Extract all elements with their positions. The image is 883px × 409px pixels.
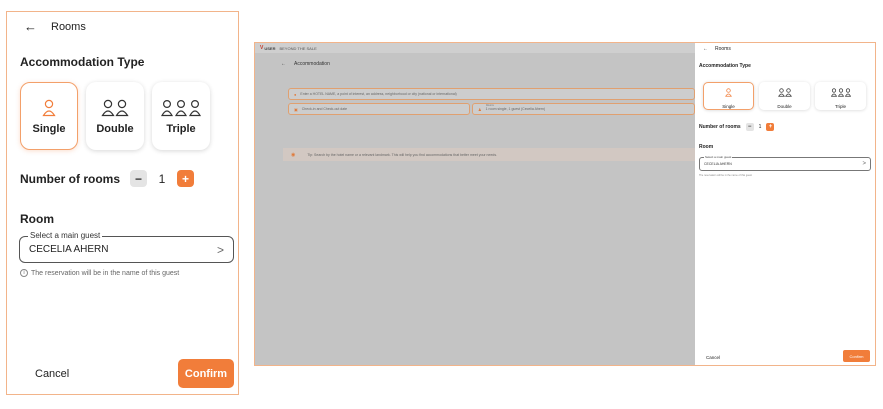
destination-search-input[interactable]: ● Enter a HOTEL NAME, a point of interes…	[288, 88, 695, 100]
type-label-triple: Triple	[834, 103, 847, 109]
two-persons-icon	[101, 97, 129, 117]
accommodation-type-title: Accommodation Type	[20, 55, 145, 69]
room-section-title: Room	[20, 212, 54, 226]
type-option-triple[interactable]: Triple	[815, 82, 866, 110]
confirm-button[interactable]: Confirm	[178, 359, 234, 388]
main-guest-legend: Select a main guest	[28, 231, 103, 240]
person-icon	[42, 97, 56, 117]
top-bar: V USER BEYOND THE SALE	[255, 43, 695, 53]
dates-placeholder: Check-in and Check-out date	[301, 107, 348, 111]
brand-name: USER	[264, 45, 276, 51]
three-persons-icon	[830, 84, 851, 102]
chevron-right-icon: >	[216, 242, 224, 257]
search-tip: ◉ Tip: Search by the hotel name or a rel…	[283, 148, 695, 161]
panel-header: ← Rooms	[703, 46, 731, 52]
main-guest-value: CECELIA AHERN	[29, 244, 109, 255]
location-pin-icon: ●	[294, 91, 297, 97]
arrow-left-icon[interactable]: ←	[703, 46, 708, 52]
type-option-triple[interactable]: Triple	[152, 82, 210, 150]
type-label-single: Single	[32, 123, 66, 135]
increase-rooms-button[interactable]: +	[766, 123, 775, 131]
search-tip-text: Tip: Search by the hotel name or a relev…	[307, 152, 498, 157]
brand-tagline: BEYOND THE SALE	[279, 45, 317, 51]
brand-logo: V USER	[260, 45, 275, 51]
three-persons-icon	[161, 97, 201, 117]
main-guest-legend: Select a main guest	[704, 155, 733, 159]
cancel-button[interactable]: Cancel	[35, 368, 69, 380]
rooms-count: 1	[758, 124, 762, 130]
dates-input[interactable]: ▣ Check-in and Check-out date	[288, 103, 470, 115]
number-of-rooms-row: Number of rooms − 1 +	[699, 123, 775, 131]
rooms-field-label: Rooms	[486, 104, 494, 107]
number-of-rooms-row: Number of rooms − 1 +	[20, 170, 195, 187]
type-label-double: Double	[777, 103, 792, 109]
type-option-double[interactable]: Double	[86, 82, 144, 150]
destination-search-placeholder: Enter a HOTEL NAME, a point of interest,…	[300, 92, 457, 96]
rooms-panel: ← Rooms Accommodation Type Single Double	[695, 43, 875, 365]
decrease-rooms-button[interactable]: −	[130, 170, 148, 187]
decrease-rooms-button[interactable]: −	[745, 123, 754, 131]
type-option-double[interactable]: Double	[759, 82, 810, 110]
panel-title: Rooms	[51, 20, 86, 33]
guest-note-text: The reservation will be in the name of t…	[31, 269, 180, 277]
type-option-single[interactable]: Single	[20, 82, 78, 150]
brand-mark-icon: V	[260, 45, 264, 51]
accommodation-page: ← Accommodation ● Enter a HOTEL NAME, a …	[255, 53, 695, 365]
main-guest-select[interactable]: Select a main guest CECELIA AHERN >	[699, 155, 871, 171]
number-of-rooms-label: Number of rooms	[699, 124, 741, 130]
person-icon	[725, 84, 732, 102]
number-of-rooms-label: Number of rooms	[20, 171, 121, 186]
info-icon: i	[20, 269, 28, 277]
arrow-left-icon[interactable]: ←	[281, 61, 286, 67]
panel-title: Rooms	[715, 46, 731, 52]
chevron-right-icon: >	[862, 161, 866, 167]
calendar-icon: ▣	[294, 106, 298, 112]
type-label-single: Single	[722, 103, 735, 109]
arrow-left-icon[interactable]: ←	[24, 20, 37, 33]
cancel-button[interactable]: Cancel	[706, 355, 720, 360]
accommodation-type-options: Single Double Triple	[703, 82, 866, 110]
lightbulb-icon: ◉	[291, 151, 296, 158]
accommodation-title: Accommodation	[294, 61, 330, 67]
rooms-panel-zoomed: ← Rooms Accommodation Type Single Double…	[6, 11, 239, 395]
two-persons-icon	[777, 84, 792, 102]
guest-note: i The reservation will be in the name of…	[20, 269, 179, 277]
person-icon: ♟	[478, 106, 482, 112]
type-label-triple: Triple	[166, 123, 196, 135]
type-option-single[interactable]: Single	[703, 82, 754, 110]
rooms-field-value: 1 room single, 1 guest (Cecelia Ahern)	[485, 107, 546, 111]
confirm-button[interactable]: Confirm	[843, 350, 870, 362]
accommodation-header: ← Accommodation	[281, 61, 330, 67]
accommodation-type-title: Accommodation Type	[699, 63, 751, 69]
type-label-double: Double	[96, 123, 134, 135]
app-screenshot: V USER BEYOND THE SALE ← Accommodation ●…	[254, 42, 876, 366]
increase-rooms-button[interactable]: +	[177, 170, 195, 187]
main-guest-select[interactable]: Select a main guest CECELIA AHERN >	[19, 231, 234, 263]
rooms-count: 1	[158, 171, 166, 186]
rooms-field[interactable]: Rooms ♟ 1 room single, 1 guest (Cecelia …	[472, 103, 695, 115]
panel-header: ← Rooms	[24, 20, 86, 33]
room-section-title: Room	[699, 144, 714, 150]
accommodation-type-options: Single Double Triple	[20, 82, 210, 150]
guest-note: The reservation will be in the name of t…	[699, 174, 752, 177]
main-guest-value: CECELIA AHERN	[704, 162, 732, 166]
